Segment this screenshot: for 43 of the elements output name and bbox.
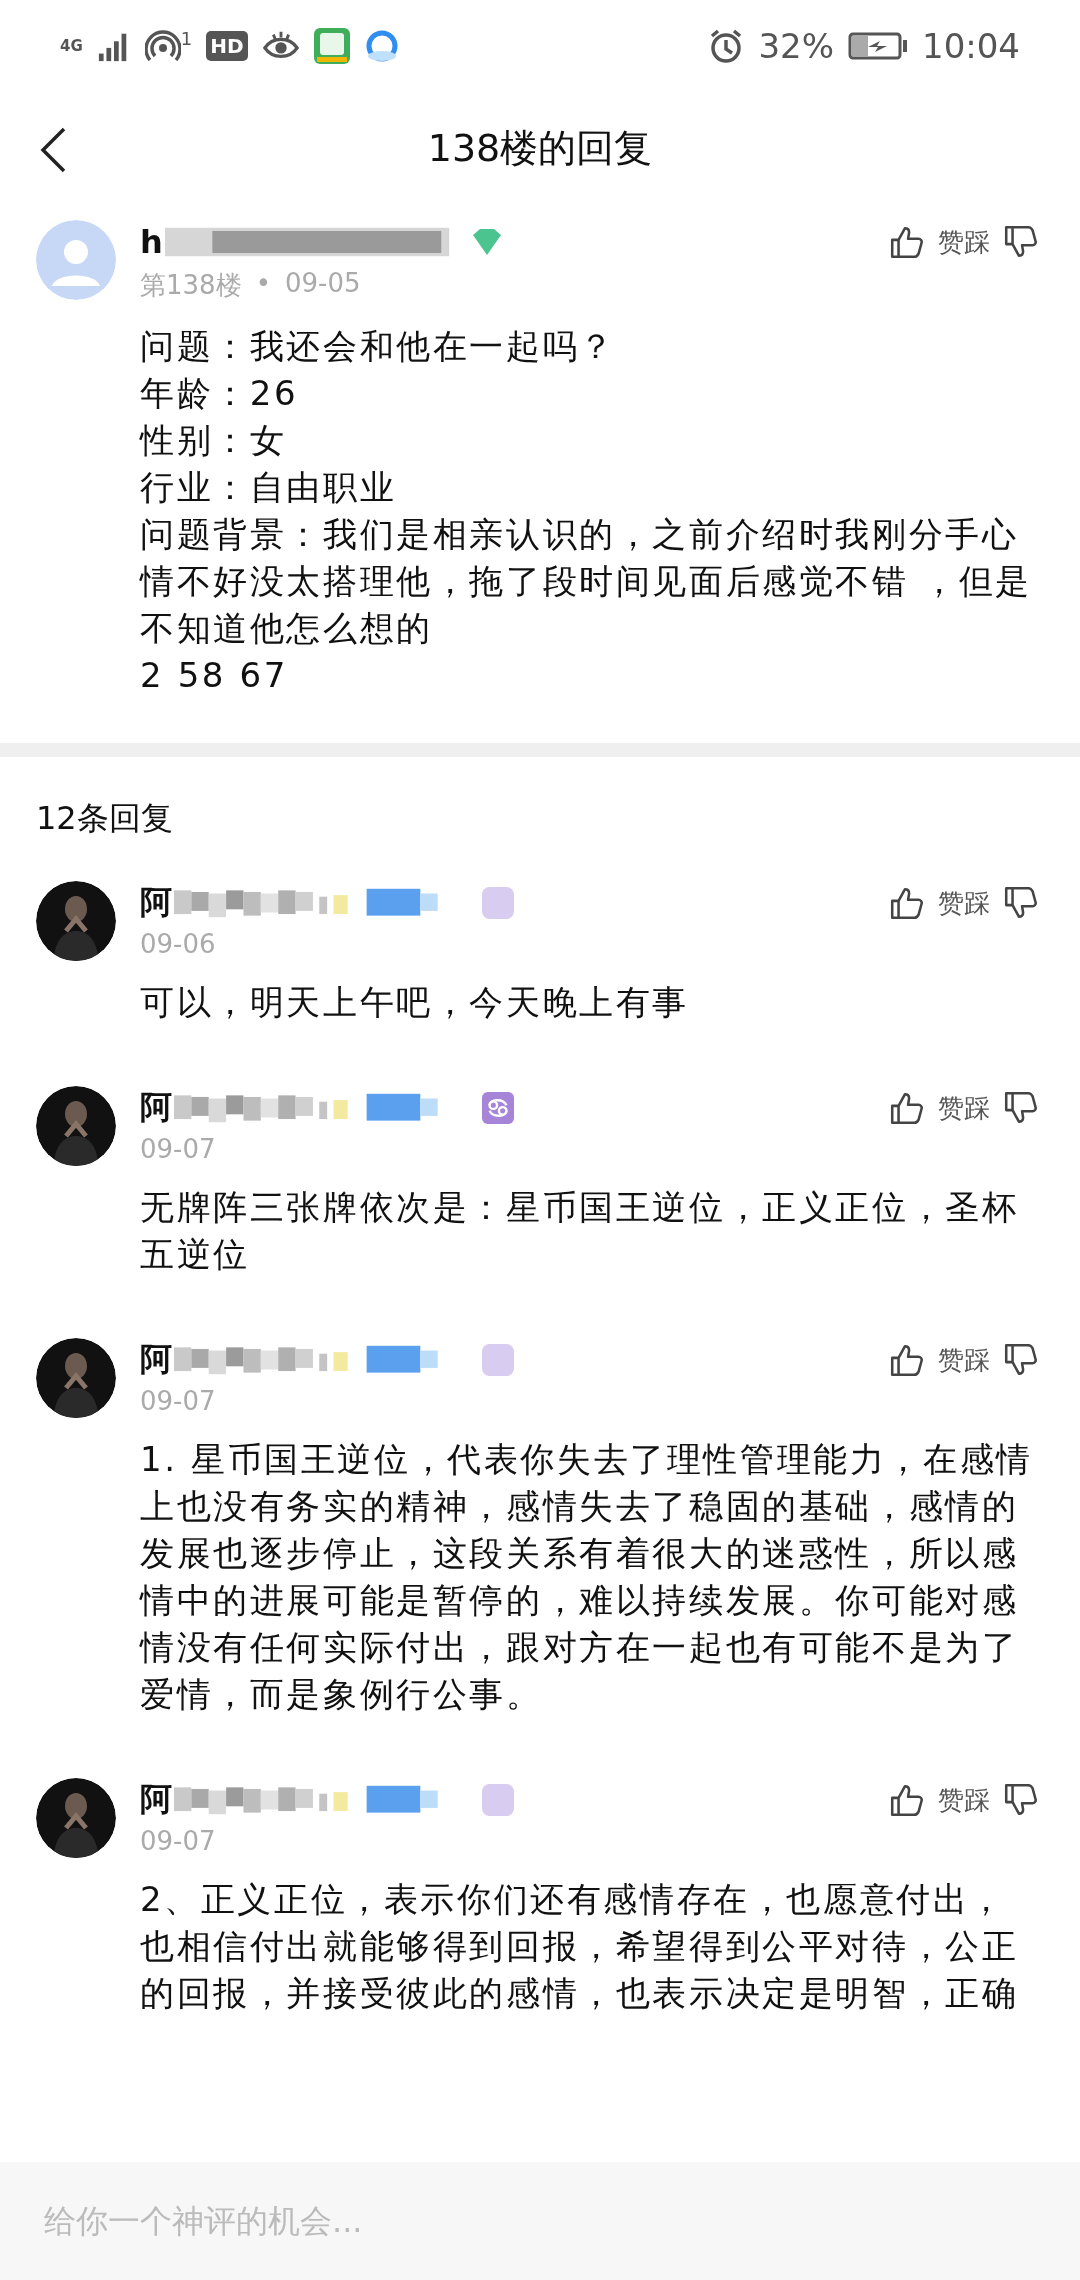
post-text: 年龄：26 [140, 372, 300, 415]
avatar-icon[interactable] [36, 1086, 116, 1166]
post-text: 问题背景：我们是相亲认识的，之前介绍时我刚分手心情不好没太搭理他，拖了段时间见面后感觉不错 ，但是不知道他怎么想的 [140, 513, 1033, 650]
reply-text: 可以，明天上午吧，今天晚上有事 [140, 981, 690, 1024]
reply-count: 12条回复 [35, 798, 174, 839]
floor-number: 第138楼 [140, 269, 242, 302]
vote-label: 赞踩 [938, 225, 990, 259]
username[interactable]: 阿 [140, 881, 172, 925]
reply-date: 09-06 [140, 929, 216, 959]
level-badge-icon [470, 227, 503, 257]
reply-date: 09-07 [140, 1826, 216, 1856]
hotspot-count: 1 [180, 28, 193, 49]
reply-date: 09-07 [140, 1386, 216, 1416]
post-text: 行业：自由职业 [140, 466, 398, 509]
username[interactable]: 阿 [140, 1778, 172, 1822]
comment-input[interactable]: 给你一个神评的机会... [0, 2162, 1080, 2280]
vote-label: 赞踩 [938, 886, 990, 920]
post-date: 09-05 [285, 268, 361, 300]
vote-label: 赞踩 [938, 1343, 990, 1377]
avatar-icon[interactable] [36, 881, 116, 961]
hd-badge: HD [206, 31, 248, 61]
username[interactable]: h [140, 223, 163, 261]
back-icon[interactable] [38, 126, 68, 174]
vote-label: 赞踩 [938, 1091, 990, 1125]
battery-percent: 32% [758, 26, 834, 66]
avatar-icon[interactable] [36, 1338, 116, 1418]
post-text: 2 58 67 [140, 654, 289, 697]
hotspot-icon [144, 28, 181, 64]
clock-time: 10:04 [922, 26, 1020, 66]
avatar-icon[interactable] [36, 1778, 116, 1858]
page-title: 138楼的回复 [427, 124, 653, 172]
app-icon [313, 28, 350, 64]
dot-separator: • [255, 268, 271, 300]
reply-text: 2、正义正位，表示你们还有感情存在，也愿意付出，也相信付出就能够得到回报，希望得到公平对待，公正的回报，并接受彼此的感情，也表示决定是明智，正确 [140, 1878, 1020, 2015]
reply-text: 1. 星币国王逆位，代表你失去了理性管理能力，在感情上也没有务实的精神，感情失去了稳固的基础，感情的发展也逐步停止，这段关系有着很大的迷惑性，所以感情中的进展可能是暂停的，难以持续发展。你可能对感情没有任何实际付出，跟对方在一起也有可能不是为了爱情，而是象例行公事。 [140, 1438, 1034, 1716]
post-text: 问题：我还会和他在一起吗？ [140, 325, 617, 368]
vote-label: 赞踩 [938, 1783, 990, 1817]
reply-date: 09-07 [140, 1134, 216, 1164]
reply-text: 无牌阵三张牌依次是：星币国王逆位，正义正位，圣杯五逆位 [140, 1186, 1020, 1276]
username[interactable]: 阿 [140, 1338, 172, 1382]
username[interactable]: 阿 [140, 1086, 172, 1130]
network-type: 4G [60, 38, 83, 54]
post-text: 性别：女 [140, 419, 288, 462]
